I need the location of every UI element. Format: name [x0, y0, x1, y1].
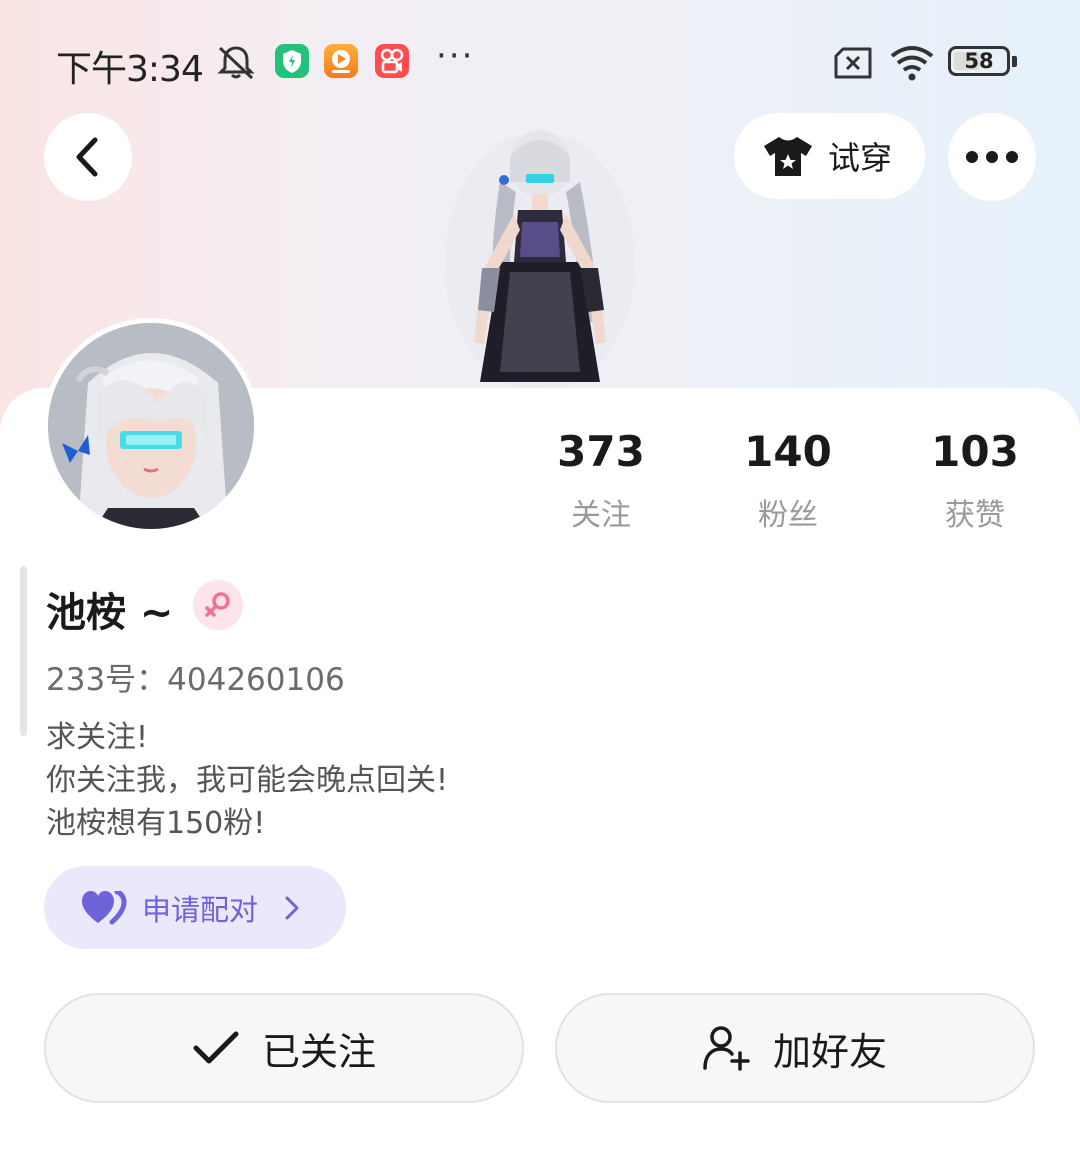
stat-followers[interactable]: 140 粉丝 [708, 428, 868, 534]
stat-followers-count: 140 [744, 427, 832, 476]
stat-following-label: 关注 [571, 498, 631, 533]
wifi-icon [888, 42, 936, 86]
kuaishou-app-icon [375, 44, 409, 78]
double-heart-icon [82, 890, 128, 925]
bio-line: 池桉想有150粉! [46, 806, 266, 841]
mute-icon [216, 44, 256, 84]
battery-percent: 58 [964, 49, 994, 73]
user-id: 233号：404260106 [46, 662, 345, 698]
bio-line: 求关注! [46, 720, 149, 755]
profile-bio: 求关注! 你关注我，我可能会晚点回关! 池桉想有150粉! [46, 716, 448, 845]
security-app-icon [275, 44, 309, 78]
stat-likes-label: 获赞 [945, 498, 1005, 533]
try-on-label: 试穿 [828, 139, 893, 177]
back-button[interactable] [44, 113, 132, 201]
following-button[interactable]: 已关注 [44, 993, 524, 1103]
stat-following-count: 373 [557, 427, 645, 476]
chevron-right-icon [284, 895, 300, 921]
request-pair-label: 申请配对 [142, 892, 259, 927]
stat-followers-label: 粉丝 [758, 498, 818, 533]
stat-likes-count: 103 [931, 427, 1019, 476]
stat-likes[interactable]: 103 获赞 [895, 428, 1055, 534]
status-bar: 下午3:34 ··· 58 [0, 0, 1080, 120]
profile-name: 池桉 ~ [46, 590, 174, 636]
more-dots-icon [966, 151, 1018, 163]
add-friend-button[interactable]: 加好友 [555, 993, 1035, 1103]
try-on-button[interactable]: 试穿 [734, 113, 925, 199]
add-friend-label: 加好友 [772, 1029, 887, 1074]
add-user-icon [703, 1026, 750, 1071]
tshirt-icon [762, 134, 814, 178]
more-notifications-icon: ··· [436, 36, 475, 76]
chevron-left-icon [76, 137, 98, 177]
status-time: 下午3:34 [56, 49, 204, 90]
video-app-icon [324, 44, 358, 78]
sim-off-icon [833, 46, 873, 84]
scroll-indicator [20, 566, 27, 736]
bio-line: 你关注我，我可能会晚点回关! [46, 763, 449, 798]
avatar[interactable] [43, 318, 259, 534]
more-options-button[interactable] [948, 113, 1036, 201]
character-model-image [430, 112, 650, 392]
request-pair-button[interactable]: 申请配对 [44, 866, 346, 949]
following-label: 已关注 [261, 1029, 376, 1074]
stat-following[interactable]: 373 关注 [521, 428, 681, 534]
checkmark-icon [193, 1031, 239, 1064]
female-gender-icon [193, 580, 243, 630]
battery-icon: 58 [948, 46, 1017, 76]
